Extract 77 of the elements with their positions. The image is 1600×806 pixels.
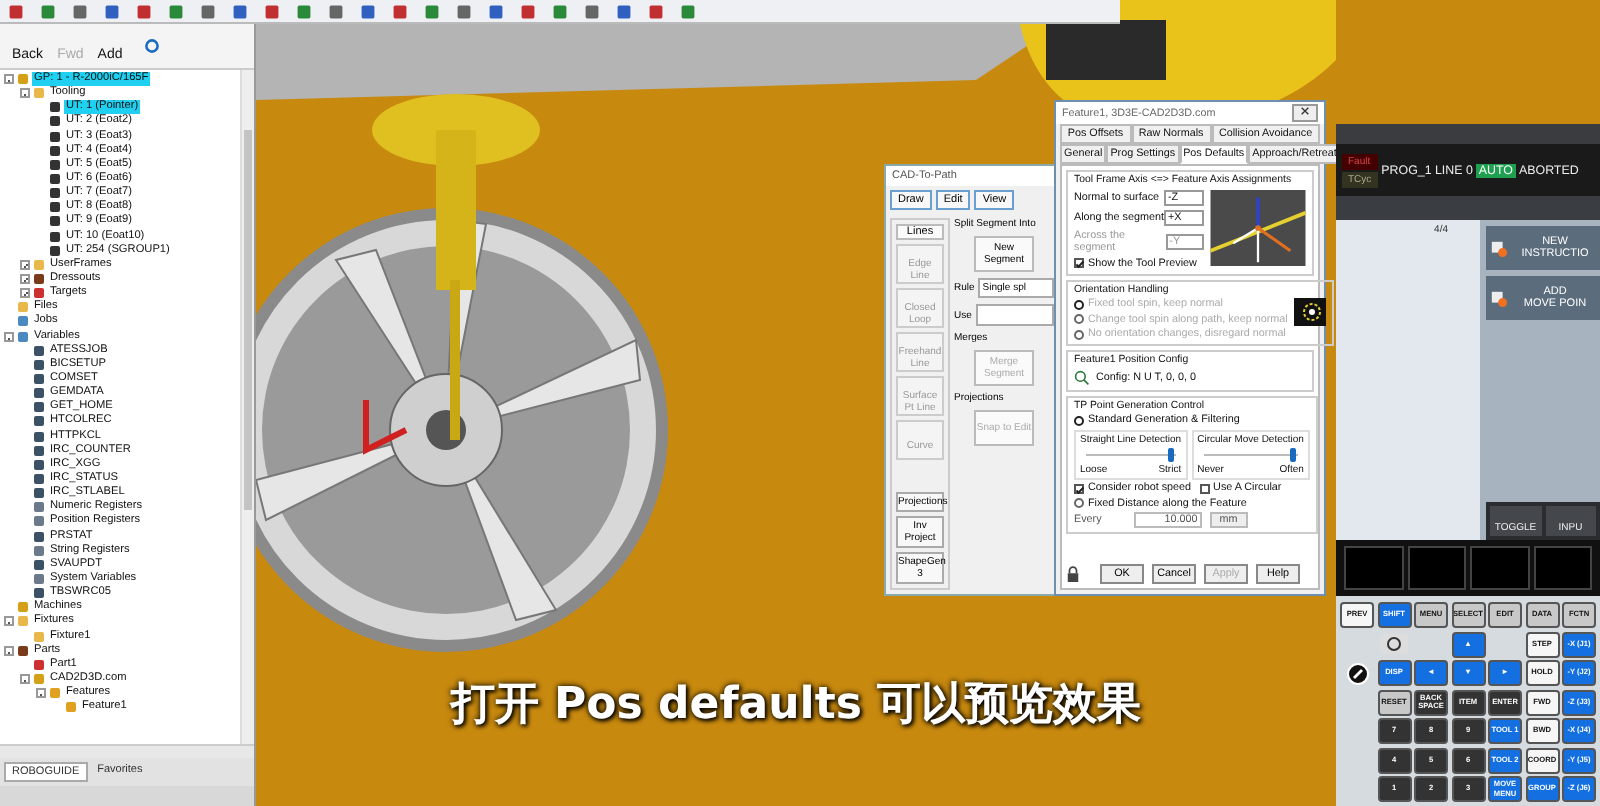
tree-node-icon (34, 88, 44, 99)
tree-node-icon (50, 145, 60, 156)
tree-node-icon (50, 245, 60, 256)
expander-icon[interactable] (20, 288, 30, 299)
robot-config-icon[interactable] (1074, 369, 1090, 385)
tree-node-icon (34, 259, 44, 270)
expander-icon[interactable] (20, 673, 30, 684)
expander-icon[interactable] (20, 259, 30, 270)
tree-node-icon (34, 459, 44, 470)
tree-node-icon (34, 431, 44, 442)
slider-thumb[interactable] (1290, 447, 1297, 461)
instruction-icon (1490, 289, 1508, 307)
axis-drawing (363, 400, 408, 455)
slider-thumb[interactable] (1167, 447, 1174, 461)
checkbox[interactable] (1074, 483, 1084, 493)
scrollbar[interactable] (0, 744, 254, 758)
tree-node-icon (34, 359, 44, 370)
tree-node-icon (18, 616, 28, 627)
use-field[interactable] (975, 304, 1054, 326)
close-button[interactable] (1292, 104, 1318, 122)
tree-node-icon (18, 331, 28, 342)
tree-node-icon (34, 659, 44, 670)
tree-node-icon (50, 131, 60, 142)
lock-icon[interactable] (1066, 565, 1080, 583)
tree-node-icon (34, 416, 44, 427)
instruction-icon (1490, 239, 1508, 257)
tree-node-icon (34, 559, 44, 570)
tree-node-icon (34, 673, 44, 684)
tree-node-icon (50, 174, 60, 185)
tree-node-icon (50, 202, 60, 213)
tree-node-icon (34, 516, 44, 527)
refresh-icon[interactable] (144, 38, 161, 54)
tree-node-icon (34, 374, 44, 385)
tree-node-icon (18, 645, 28, 656)
tree-node-icon (34, 274, 44, 285)
tree-node-icon (34, 573, 44, 584)
dial-icon[interactable] (1345, 661, 1369, 685)
tree-node-icon (34, 488, 44, 499)
tree-node-icon (50, 116, 60, 127)
tree-node-icon (34, 502, 44, 513)
tree-node-icon (18, 316, 28, 327)
tree-node-icon (34, 345, 44, 356)
tree-node-icon (34, 631, 44, 642)
expander-icon[interactable] (20, 88, 30, 99)
tree-node-icon (34, 588, 44, 599)
tree-node-icon (50, 159, 60, 170)
expander-icon[interactable] (4, 645, 14, 656)
tree-node-icon (34, 388, 44, 399)
tree-node-icon (34, 402, 44, 413)
tree-node-icon (34, 288, 44, 299)
expander-icon[interactable] (20, 274, 30, 285)
tree-node-icon (50, 231, 60, 242)
tree-node-icon (34, 474, 44, 484)
tree-node-icon (50, 188, 60, 199)
expander-icon[interactable] (4, 331, 14, 342)
subtitle-caption: 打开 Pos defaults 可以预览效果 (447, 678, 1144, 734)
tree-node-icon (18, 602, 28, 613)
info-icon[interactable] (1380, 634, 1408, 654)
scrollbar[interactable] (240, 70, 254, 744)
tree-node-icon (50, 216, 60, 227)
tree-node-icon (34, 545, 44, 556)
radio-button[interactable] (1074, 415, 1084, 425)
tree-node-icon (34, 531, 44, 542)
tree-node-icon (18, 302, 28, 313)
expander-icon[interactable] (4, 616, 14, 627)
checkbox[interactable] (1199, 483, 1210, 493)
tree-node-icon (66, 702, 76, 713)
checkbox[interactable] (1074, 258, 1084, 268)
radio-button[interactable] (1074, 498, 1084, 508)
expander-icon[interactable] (4, 74, 14, 85)
tree-node-icon (34, 445, 44, 456)
tree-node-icon (18, 74, 28, 85)
axis-preview-drawing (1210, 189, 1306, 265)
expander-icon[interactable] (36, 688, 46, 699)
tree-node-icon (50, 688, 60, 699)
tree-node-icon (50, 102, 60, 113)
close-icon[interactable] (1300, 106, 1310, 116)
